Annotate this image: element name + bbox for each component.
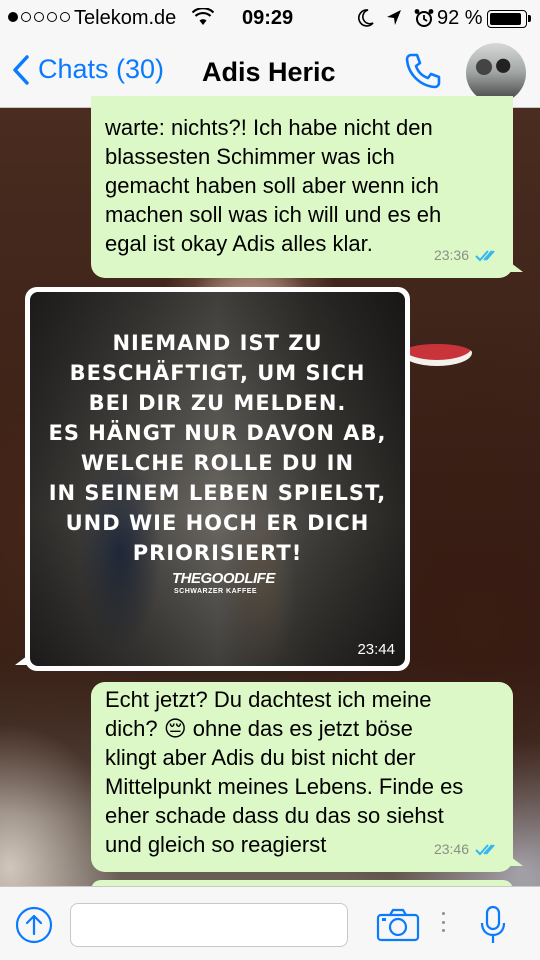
- message-text: Echt jetzt? Du dachtest ich meine dich? …: [105, 687, 464, 857]
- carrier-name: Telekom.de: [74, 7, 177, 29]
- message-time: 23:46: [433, 841, 469, 857]
- location-icon: [386, 9, 402, 33]
- image-quote-text: NIEMAND IST ZU BESCHÄFTIGT, UM SICH BEI …: [48, 331, 387, 565]
- camera-icon[interactable]: [376, 908, 420, 947]
- image-brand: THEGOODLIFE: [172, 570, 275, 587]
- contact-avatar[interactable]: [466, 43, 526, 103]
- microphone-icon[interactable]: [480, 905, 506, 950]
- message-time: 23:44: [357, 641, 395, 658]
- back-label: Chats (30): [38, 54, 165, 84]
- moon-icon: [358, 9, 374, 33]
- message-text: warte: nichts?! Ich habe nicht den blass…: [105, 115, 442, 256]
- status-time: 09:29: [242, 7, 294, 29]
- back-button[interactable]: Chats (30): [12, 54, 164, 85]
- outgoing-message[interactable]: warte: nichts?! Ich habe nicht den blass…: [91, 96, 523, 278]
- share-icon[interactable]: [14, 905, 54, 950]
- incoming-image-message[interactable]: NIEMAND IST ZU BESCHÄFTIGT, UM SICH BEI …: [15, 287, 410, 671]
- quote-image[interactable]: NIEMAND IST ZU BESCHÄFTIGT, UM SICH BEI …: [30, 292, 405, 666]
- message-input-bar: [0, 886, 540, 960]
- image-brand-sub: SCHWARZER KAFFEE: [174, 588, 258, 595]
- contact-name[interactable]: Adis Heric: [202, 57, 336, 88]
- status-bar: Telekom.de 09:29 92 %: [0, 0, 540, 36]
- read-ticks-icon: [475, 249, 495, 261]
- outgoing-message[interactable]: Echt jetzt? Du dachtest ich meine dich? …: [91, 682, 523, 872]
- chevron-left-icon: [13, 54, 29, 85]
- battery-percent: 92 %: [437, 7, 483, 29]
- phone-icon[interactable]: [402, 50, 444, 97]
- separator-dots: [442, 912, 446, 932]
- wifi-icon: [191, 7, 215, 32]
- alarm-icon: [414, 8, 434, 34]
- signal-strength-icon: [8, 12, 70, 22]
- message-time: 23:36: [433, 247, 469, 263]
- message-input[interactable]: [70, 903, 348, 947]
- read-ticks-icon: [475, 843, 495, 855]
- battery-icon: [487, 10, 531, 28]
